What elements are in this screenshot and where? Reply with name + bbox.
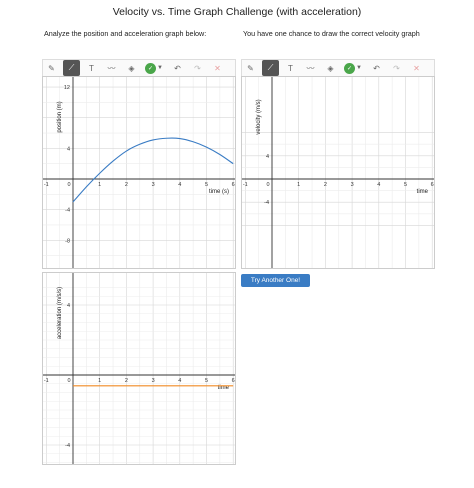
- velocity-chart[interactable]: -1 0 1 2 3 4 5 6 4 -4 time velocity (m/s): [242, 77, 434, 268]
- x-axis-label: time (s): [209, 189, 229, 195]
- position-toolbar: ✎ ⟋ T 〰 ◈ ✓ ▼ ↶ ↷ ✕: [42, 59, 236, 76]
- redo-icon[interactable]: ↷: [189, 60, 206, 76]
- position-instruction: Analyze the position and acceleration gr…: [44, 29, 207, 38]
- y-axis-label: velocity (m/s): [256, 99, 262, 134]
- pencil-icon[interactable]: ✎: [43, 60, 60, 76]
- eraser-icon[interactable]: ◈: [322, 60, 339, 76]
- x-tick-label: 3: [152, 378, 155, 384]
- x-tick-label: 6: [232, 182, 235, 188]
- x-tick-label: -1: [44, 378, 49, 384]
- y-tick-label: -4: [65, 443, 70, 449]
- color-icon[interactable]: ✓: [344, 62, 355, 74]
- x-tick-label: 3: [152, 182, 155, 188]
- undo-icon[interactable]: ↶: [368, 60, 385, 76]
- grid: [43, 77, 235, 268]
- y-tick-label: -8: [65, 238, 70, 244]
- velocity-graph[interactable]: -1 0 1 2 3 4 5 6 4 -4 time velocity (m/s): [241, 76, 435, 269]
- color-icon[interactable]: ✓: [145, 62, 156, 74]
- x-tick-label: 1: [98, 378, 101, 384]
- x-tick-label: 5: [404, 182, 407, 188]
- x-tick-label: 5: [205, 378, 208, 384]
- try-another-button[interactable]: Try Another One!: [241, 274, 310, 287]
- text-icon[interactable]: T: [83, 60, 100, 76]
- undo-icon[interactable]: ↶: [169, 60, 186, 76]
- y-tick-label: -4: [264, 200, 269, 206]
- y-tick-label: 4: [67, 303, 70, 309]
- page-title: Velocity vs. Time Graph Challenge (with …: [112, 6, 362, 18]
- position-chart[interactable]: -10123456124-4-8-12time (s)position (m): [43, 77, 235, 268]
- grid: [43, 273, 235, 464]
- x-tick-label: 1: [297, 182, 300, 188]
- acceleration-chart[interactable]: -1 0 1 2 3 4 5 64-4timeacceleration (m/s/s): [43, 273, 235, 464]
- line-icon[interactable]: ⟋: [63, 60, 80, 76]
- velocity-toolbar: ✎ ⟋ T 〰 ◈ ✓ ▼ ↶ ↷ ✕: [241, 59, 435, 76]
- velocity-instruction: You have one chance to draw the correct …: [243, 29, 420, 38]
- x-tick-label: 6: [232, 378, 235, 384]
- x-tick-label: 4: [377, 182, 380, 188]
- x-tick-label: -1: [243, 182, 248, 188]
- x-tick-label: 6: [431, 182, 434, 188]
- x-axis-label: time: [417, 189, 429, 195]
- delete-icon[interactable]: ✕: [209, 60, 226, 76]
- grid: [242, 77, 434, 268]
- x-tick-label: 2: [324, 182, 327, 188]
- eraser-icon[interactable]: ◈: [123, 60, 140, 76]
- x-tick-label: 2: [125, 378, 128, 384]
- y-axis-label: acceleration (m/s/s): [57, 287, 63, 339]
- line-icon[interactable]: ⟋: [262, 60, 279, 76]
- x-tick-label: 1: [98, 182, 101, 188]
- chevron-down-icon[interactable]: ▼: [157, 65, 163, 71]
- delete-icon[interactable]: ✕: [408, 60, 425, 76]
- x-tick-label: 3: [351, 182, 354, 188]
- y-tick-label: -4: [65, 208, 70, 214]
- x-tick-label: 0: [266, 182, 269, 188]
- x-tick-label: 4: [178, 182, 181, 188]
- x-tick-label: 0: [67, 182, 70, 188]
- freehand-icon[interactable]: 〰: [302, 60, 319, 76]
- x-tick-label: 4: [178, 378, 181, 384]
- y-tick-label: 4: [67, 146, 70, 152]
- y-tick-label: 4: [266, 154, 269, 160]
- freehand-icon[interactable]: 〰: [103, 60, 120, 76]
- pencil-icon[interactable]: ✎: [242, 60, 259, 76]
- y-axis-label: position (m): [57, 101, 63, 132]
- chevron-down-icon[interactable]: ▼: [356, 65, 362, 71]
- redo-icon[interactable]: ↷: [388, 60, 405, 76]
- acceleration-graph[interactable]: -1 0 1 2 3 4 5 6 4 -4 time acceleration (m/s/s): [42, 272, 236, 465]
- x-tick-label: 2: [125, 182, 128, 188]
- position-graph[interactable]: -10123456124-4-8-12time (s)position (m): [42, 76, 236, 269]
- text-icon[interactable]: T: [282, 60, 299, 76]
- x-tick-label: 0: [67, 378, 70, 384]
- x-tick-label: 5: [205, 182, 208, 188]
- x-tick-label: -1: [44, 182, 49, 188]
- y-tick-label: 12: [64, 85, 70, 91]
